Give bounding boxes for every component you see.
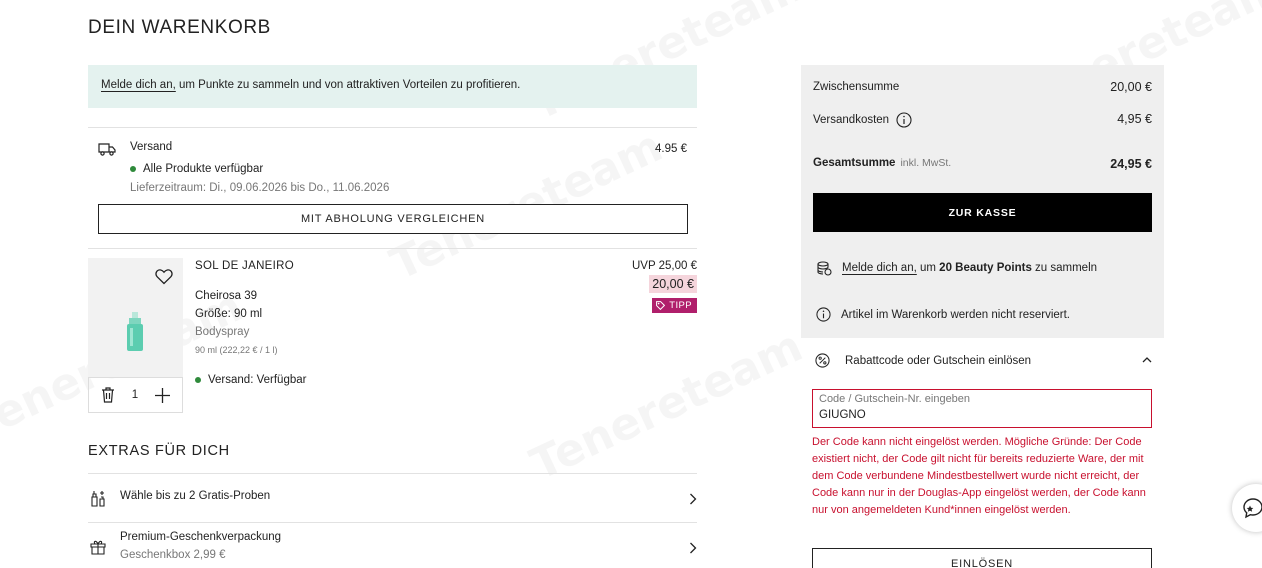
chevron-up-icon[interactable]: [1142, 356, 1152, 364]
product-availability: Versand: Verfügbar: [195, 374, 306, 386]
extras-item-subtitle: Geschenkbox 2,99 €: [120, 549, 226, 561]
shipping-price: 4.95 €: [655, 143, 687, 155]
quantity-value: 1: [131, 389, 139, 401]
login-banner: Melde dich an, um Punkte zu sammeln und …: [88, 65, 697, 108]
total-note: inkl. MwSt.: [900, 157, 952, 169]
voucher-error-message: Der Code kann nicht eingelöst werden. Mö…: [812, 436, 1146, 516]
chevron-right-icon: [690, 493, 697, 505]
trash-icon[interactable]: [101, 387, 115, 403]
heart-icon[interactable]: [155, 268, 173, 285]
extras-item-giftwrap[interactable]: Premium-Geschenkverpackung Geschenkbox 2…: [88, 523, 697, 568]
delivery-period: Lieferzeitraum: Di., 09.06.2026 bis Do.,…: [130, 182, 390, 194]
available-dot-icon: [195, 377, 201, 383]
total-value: 24,95 €: [1110, 157, 1152, 171]
subtotal-label: Zwischensumme: [813, 81, 900, 93]
info-icon: [816, 307, 831, 322]
login-link[interactable]: Melde dich an,: [101, 79, 176, 91]
samples-icon: [91, 491, 105, 507]
voucher-code-field[interactable]: Code / Gutschein-Nr. eingeben: [812, 389, 1152, 428]
chevron-right-icon: [690, 542, 697, 554]
chat-button[interactable]: [1232, 484, 1262, 532]
checkout-button[interactable]: ZUR KASSE: [813, 193, 1152, 232]
shipping-cost-value: 4,95 €: [1117, 112, 1152, 126]
shipping-availability-label: Alle Produkte verfügbar: [143, 163, 264, 175]
shipping-availability: Alle Produkte verfügbar: [130, 163, 263, 175]
reserve-note: Artikel im Warenkorb werden nicht reserv…: [816, 307, 1070, 322]
voucher-code-label: Code / Gutschein-Nr. eingeben: [819, 393, 971, 405]
quantity-stepper: 1: [88, 377, 183, 413]
shipping-cost-label: Versandkosten: [813, 114, 890, 126]
total-label: Gesamtsumme: [813, 157, 896, 169]
extras-item-samples[interactable]: Wähle bis zu 2 Gratis-Proben: [88, 474, 697, 522]
product-brand[interactable]: SOL DE JANEIRO: [195, 260, 294, 272]
truck-icon: [98, 143, 116, 156]
product-name[interactable]: Cheirosa 39: [195, 290, 257, 302]
extras-title: EXTRAS FÜR DICH: [88, 443, 230, 459]
page-title: DEIN WARENKORB: [88, 17, 271, 38]
divider: [88, 127, 697, 128]
watermark: Tenereteam: [523, 320, 810, 490]
points-note: Melde dich an, um 20 Beauty Points zu sa…: [816, 260, 1097, 276]
subtotal-value: 20,00 €: [1110, 80, 1152, 94]
percent-icon: [815, 353, 830, 368]
tipp-badge-label: TIPP: [669, 300, 692, 311]
reserve-note-text: Artikel im Warenkorb werden nicht reserv…: [841, 308, 1071, 321]
available-dot-icon: [130, 166, 136, 172]
product-unit-price: 90 ml (222,22 € / 1 l): [195, 345, 278, 355]
plus-icon[interactable]: [155, 387, 170, 403]
points-amount: 20 Beauty Points: [939, 262, 1032, 274]
voucher-title: Rabattcode oder Gutschein einlösen: [845, 354, 1032, 367]
tag-icon: [656, 301, 666, 310]
points-text: Melde dich an, um 20 Beauty Points zu sa…: [842, 262, 1097, 274]
product-type: Bodyspray: [195, 326, 250, 338]
gift-icon: [90, 540, 106, 555]
voucher-toggle[interactable]: Rabattcode oder Gutschein einlösen: [815, 353, 1031, 368]
extras-item-title: Premium-Geschenkverpackung: [120, 531, 282, 543]
voucher-code-input[interactable]: [819, 409, 1145, 421]
product-uvp: UVP 25,00 €: [631, 260, 697, 272]
redeem-button[interactable]: EINLÖSEN: [812, 548, 1152, 568]
extras-item-title: Wähle bis zu 2 Gratis-Proben: [120, 490, 271, 502]
shipping-cost-row: Versandkosten: [813, 112, 912, 128]
product-price: 20,00 €: [649, 275, 697, 293]
login-banner-text: um Punkte zu sammeln und von attraktiven…: [175, 79, 521, 91]
chat-icon: [1243, 498, 1262, 519]
product-size: Größe: 90 ml: [195, 308, 263, 320]
shipping-title: Versand: [130, 141, 173, 153]
product-bottle-icon: [127, 312, 143, 351]
compare-pickup-button[interactable]: MIT ABHOLUNG VERGLEICHEN: [98, 204, 688, 234]
points-icon: [817, 261, 832, 276]
divider: [88, 248, 697, 249]
points-login-link[interactable]: Melde dich an,: [842, 262, 917, 274]
product-availability-label: Versand: Verfügbar: [208, 374, 307, 386]
tipp-badge: TIPP: [652, 298, 697, 313]
points-pre: um: [916, 262, 940, 274]
info-icon[interactable]: [896, 112, 912, 128]
points-post: zu sammeln: [1031, 262, 1098, 274]
total-row: Gesamtsumme inkl. MwSt.: [813, 157, 951, 169]
